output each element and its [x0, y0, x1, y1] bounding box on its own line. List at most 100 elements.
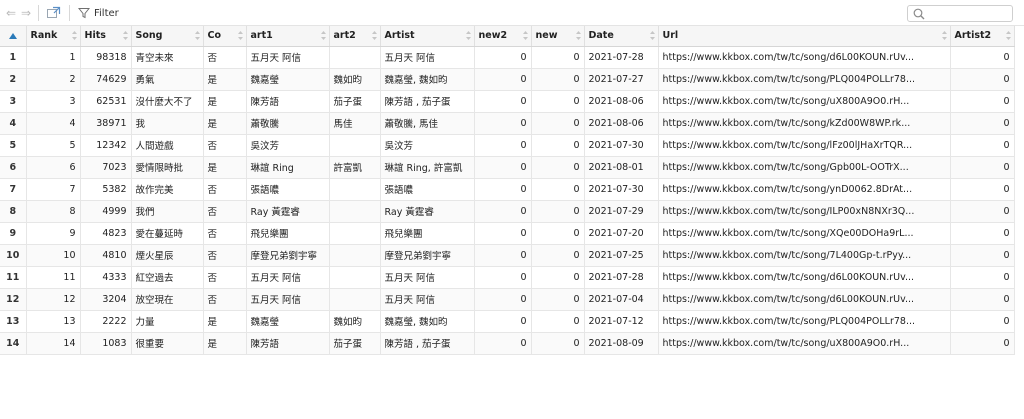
table-row: 14 14 1083 很重要是陳芳語 茄子蛋 陳芳語 , 茄子蛋 0 0 2021-08-09 h… — [0, 332, 1015, 355]
cell-new2: 0 — [474, 288, 532, 311]
cell-song: 故作完美 — [131, 178, 204, 201]
popout-window-icon[interactable] — [46, 6, 62, 20]
cell-url: https://www.kkbox.com/tw/tc/song/d6L00KO… — [658, 266, 951, 289]
row-index-header[interactable] — [0, 26, 27, 47]
cell-date: 2021-08-01 — [584, 156, 659, 179]
sort-arrows-icon[interactable] — [941, 30, 947, 41]
cell-art1: 飛兒樂團 — [246, 222, 330, 245]
cell-new2: 0 — [474, 244, 532, 267]
cell-hits: 12342 — [80, 134, 132, 157]
cell-art1: 琳誼 Ring — [246, 156, 330, 179]
back-arrow-icon[interactable]: ⇐ — [4, 6, 18, 20]
sort-arrows-icon[interactable] — [122, 30, 128, 41]
column-header-label: Hits — [84, 30, 106, 42]
sort-arrows-icon[interactable] — [649, 30, 655, 41]
row-number: 3 — [0, 90, 27, 113]
column-header-art2[interactable]: art2 — [329, 26, 381, 47]
column-header-new[interactable]: new — [531, 26, 585, 47]
cell-new2: 0 — [474, 266, 532, 289]
cell-url: https://www.kkbox.com/tw/tc/song/Gpb00L-… — [658, 156, 951, 179]
cell-artist: 張語噥 — [380, 178, 475, 201]
sort-arrows-icon[interactable] — [522, 30, 528, 41]
row-number: 12 — [0, 288, 27, 311]
sort-arrows-icon[interactable] — [1005, 30, 1011, 41]
filter-button[interactable]: Filter — [78, 5, 119, 21]
cell-artist2: 0 — [950, 112, 1015, 135]
cell-co: 否 — [203, 244, 247, 267]
sort-arrows-icon[interactable] — [320, 30, 326, 41]
cell-url: https://www.kkbox.com/tw/tc/song/uX800A9… — [658, 332, 951, 355]
column-header-hits[interactable]: Hits — [80, 26, 132, 47]
cell-art1: 五月天 阿信 — [246, 46, 330, 69]
cell-hits: 98318 — [80, 46, 132, 69]
row-number: 8 — [0, 200, 27, 223]
cell-date: 2021-07-30 — [584, 178, 659, 201]
forward-arrow-icon[interactable]: ⇒ — [19, 6, 33, 20]
cell-new: 0 — [531, 156, 585, 179]
cell-hits: 2222 — [80, 310, 132, 333]
cell-art2: 茄子蛋 — [329, 332, 381, 355]
column-header-co[interactable]: Co — [203, 26, 247, 47]
cell-artist: 魏嘉瑩, 魏如昀 — [380, 310, 475, 333]
column-header-new2[interactable]: new2 — [474, 26, 532, 47]
cell-artist2: 0 — [950, 288, 1015, 311]
header-row: Rank Hits Song Co art1 art2 Artist new2 new Date U… — [0, 26, 1015, 47]
cell-artist2: 0 — [950, 134, 1015, 157]
sort-arrows-icon[interactable] — [237, 30, 243, 41]
cell-artist2: 0 — [950, 332, 1015, 355]
sort-arrows-icon[interactable] — [465, 30, 471, 41]
cell-new2: 0 — [474, 332, 532, 355]
sort-arrows-icon[interactable] — [575, 30, 581, 41]
cell-art2: 茄子蛋 — [329, 90, 381, 113]
column-header-label: art2 — [333, 30, 356, 42]
column-header-date[interactable]: Date — [584, 26, 659, 47]
cell-new: 0 — [531, 68, 585, 91]
cell-artist: 五月天 阿信 — [380, 46, 475, 69]
cell-art1: 魏嘉瑩 — [246, 310, 330, 333]
cell-song: 人間遊戲 — [131, 134, 204, 157]
column-header-url[interactable]: Url — [658, 26, 951, 47]
search-field[interactable] — [907, 5, 1013, 22]
column-header-label: new2 — [478, 30, 508, 42]
column-header-artist2[interactable]: Artist2 — [950, 26, 1015, 47]
cell-song: 青空未來 — [131, 46, 204, 69]
cell-url: https://www.kkbox.com/tw/tc/song/7L400Gp… — [658, 244, 951, 267]
column-header-label: Date — [588, 30, 614, 42]
cell-art2: 魏如昀 — [329, 310, 381, 333]
cell-new2: 0 — [474, 156, 532, 179]
cell-hits: 62531 — [80, 90, 132, 113]
cell-url: https://www.kkbox.com/tw/tc/song/d6L00KO… — [658, 46, 951, 69]
row-number: 2 — [0, 68, 27, 91]
cell-art1: 五月天 阿信 — [246, 266, 330, 289]
cell-artist: 魏嘉瑩, 魏如昀 — [380, 68, 475, 91]
cell-date: 2021-07-25 — [584, 244, 659, 267]
column-header-song[interactable]: Song — [131, 26, 204, 47]
cell-co: 是 — [203, 68, 247, 91]
search-input[interactable] — [928, 7, 1010, 20]
cell-hits: 4823 — [80, 222, 132, 245]
cell-co: 是 — [203, 112, 247, 135]
sort-arrows-icon[interactable] — [71, 30, 77, 41]
cell-co: 否 — [203, 288, 247, 311]
cell-new: 0 — [531, 266, 585, 289]
cell-artist: 琳誼 Ring, 許富凱 — [380, 156, 475, 179]
cell-url: https://www.kkbox.com/tw/tc/song/ILP00xN… — [658, 200, 951, 223]
table-row: 2 2 74629 勇氣是魏嘉瑩 魏如昀 魏嘉瑩, 魏如昀 0 0 2021-07-27 http… — [0, 68, 1015, 91]
table-row: 5 5 12342 人間遊戲否吳汶芳 吳汶芳 0 0 2021-07-30 https://ww… — [0, 134, 1015, 157]
sort-ascending-icon — [8, 32, 17, 39]
column-header-art1[interactable]: art1 — [246, 26, 330, 47]
table-row: 13 13 2222 力量是魏嘉瑩 魏如昀 魏嘉瑩, 魏如昀 0 0 2021-07-12 htt… — [0, 310, 1015, 333]
column-header-rank[interactable]: Rank — [26, 26, 81, 47]
column-header-label: Song — [135, 30, 163, 42]
sort-arrows-icon[interactable] — [371, 30, 377, 41]
cell-art2 — [329, 222, 381, 245]
column-header-artist[interactable]: Artist — [380, 26, 475, 47]
sort-arrows-icon[interactable] — [194, 30, 200, 41]
cell-rank: 7 — [26, 178, 81, 201]
cell-song: 放空現在 — [131, 288, 204, 311]
table-row: 8 8 4999 我們否 Ray 黃霆睿 Ray 黃霆睿 0 0 2021-07-29 https… — [0, 200, 1015, 223]
cell-new2: 0 — [474, 178, 532, 201]
cell-artist2: 0 — [950, 68, 1015, 91]
cell-artist: 吳汶芳 — [380, 134, 475, 157]
cell-artist2: 0 — [950, 156, 1015, 179]
